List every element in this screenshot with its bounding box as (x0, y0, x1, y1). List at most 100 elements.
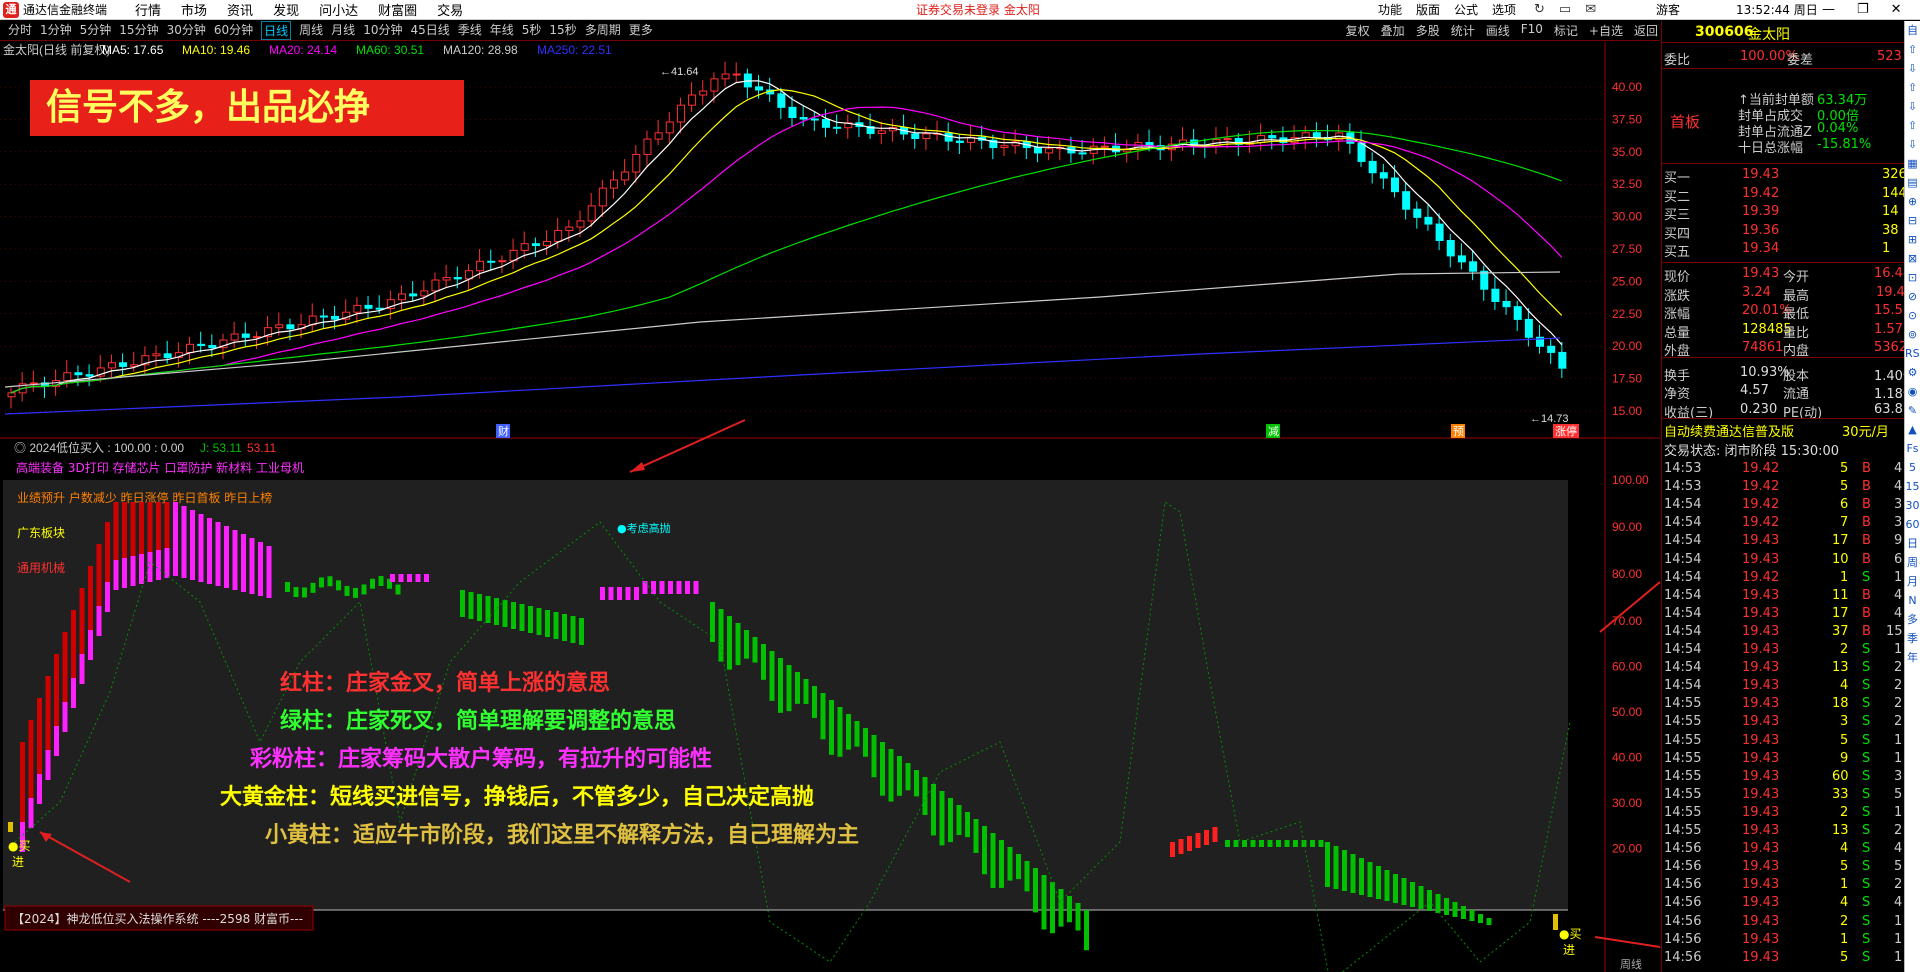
period-tab-11[interactable]: 季线 (458, 21, 482, 40)
period-tab-16[interactable]: 更多 (629, 21, 653, 40)
chart-tool-6[interactable]: 标记 (1554, 22, 1578, 39)
chart-tool-7[interactable]: +自选 (1589, 22, 1623, 39)
event-marker[interactable]: 涨停 (1555, 424, 1577, 438)
signal-bar (562, 614, 567, 641)
period-tab-0[interactable]: 分时 (8, 21, 32, 40)
sidebar-button-10[interactable]: ⊟ (1905, 211, 1920, 230)
sidebar-button-0[interactable]: 自 (1905, 21, 1920, 40)
period-tab-8[interactable]: 月线 (331, 21, 355, 40)
period-tab-3[interactable]: 15分钟 (119, 21, 158, 40)
menu-item-5[interactable]: 财富圈 (378, 0, 417, 19)
period-tab-1[interactable]: 1分钟 (40, 21, 72, 40)
sidebar-button-19[interactable]: ◉ (1905, 382, 1920, 401)
sidebar-button-16[interactable]: ⊚ (1905, 325, 1920, 344)
candle-body (364, 304, 373, 309)
sidebar-button-8[interactable]: ▤ (1905, 173, 1920, 192)
sidebar-button-21[interactable]: ▲ (1905, 420, 1920, 439)
sidebar-button-2[interactable]: ⇩ (1905, 59, 1920, 78)
signal-bar (1024, 861, 1030, 892)
tick-row-cell-2: 5 (1840, 732, 1849, 748)
sidebar-button-18[interactable]: ⚙ (1905, 363, 1920, 382)
period-tab-7[interactable]: 周线 (299, 21, 323, 40)
sidebar-button-15[interactable]: ⊙ (1905, 306, 1920, 325)
menu-item-0[interactable]: 行情 (135, 0, 161, 19)
sidebar-button-31[interactable]: 多 (1905, 610, 1920, 629)
period-tab-4[interactable]: 30分钟 (167, 21, 206, 40)
chart-tool-3[interactable]: 统计 (1451, 22, 1475, 39)
promo-price[interactable]: 30元/月 (1842, 421, 1889, 440)
menu-item-3[interactable]: 发现 (273, 0, 299, 19)
chart-tool-5[interactable]: F10 (1521, 22, 1543, 39)
sidebar-button-27[interactable]: 日 (1905, 534, 1920, 553)
sidebar-button-12[interactable]: ⊠ (1905, 249, 1920, 268)
right-menu-item-0[interactable]: 功能 (1378, 1, 1402, 18)
period-tab-9[interactable]: 10分钟 (363, 21, 402, 40)
menu-item-2[interactable]: 资讯 (227, 0, 253, 19)
sidebar-button-13[interactable]: ⊡ (1905, 268, 1920, 287)
sidebar-button-23[interactable]: 5 (1905, 458, 1920, 477)
sidebar-button-11[interactable]: ⊞ (1905, 230, 1920, 249)
bid-row-2-cell-2: 14 (1882, 204, 1899, 219)
sidebar-button-7[interactable]: ▦ (1905, 154, 1920, 173)
indicator-tick: 80.00 (1612, 567, 1642, 581)
signal-bar (1553, 914, 1558, 930)
sidebar-button-20[interactable]: ✎ (1905, 401, 1920, 420)
tick-row-cell-0: 14:54 (1664, 660, 1702, 676)
menu-item-1[interactable]: 市场 (181, 0, 207, 19)
sidebar-button-30[interactable]: N (1905, 591, 1920, 610)
sidebar-button-1[interactable]: ⇧ (1905, 40, 1920, 59)
sidebar-button-9[interactable]: ⊕ (1905, 192, 1920, 211)
promo-text[interactable]: 自动续费通达信普及版 (1664, 421, 1794, 440)
period-tab-6[interactable]: 日线 (261, 21, 292, 40)
event-marker[interactable]: 减 (1268, 425, 1279, 438)
period-tab-12[interactable]: 年线 (490, 21, 514, 40)
maximize-icon[interactable]: ❐ (1857, 2, 1869, 17)
chart-tool-8[interactable]: 返回 (1634, 22, 1658, 39)
bid-row-4-cell-2: 1 (1882, 241, 1891, 256)
candle-body (1223, 138, 1232, 141)
tick-row-cell-3: S (1862, 949, 1871, 965)
right-menu-item-1[interactable]: 版面 (1416, 1, 1440, 18)
message-icon[interactable]: ✉ (1585, 2, 1596, 17)
event-marker[interactable]: 财 (498, 424, 509, 438)
login-warning[interactable]: 证券交易未登录 金太阳 (916, 1, 1040, 18)
sidebar-button-33[interactable]: 年 (1905, 648, 1920, 667)
chart-area[interactable]: 40.00 37.50 35.00 32.50 30.00 27.50 25.00 22.50… (0, 42, 1660, 972)
sidebar-button-4[interactable]: ⇩ (1905, 97, 1920, 116)
menu-item-4[interactable]: 问小达 (319, 0, 358, 19)
chart-tool-2[interactable]: 多股 (1416, 22, 1440, 39)
chart-tool-1[interactable]: 叠加 (1381, 22, 1405, 39)
sidebar-button-29[interactable]: 月 (1905, 572, 1920, 591)
sidebar-button-5[interactable]: ⇧ (1905, 116, 1920, 135)
sidebar-button-26[interactable]: 60 (1905, 515, 1920, 534)
sidebar-button-17[interactable]: RSI (1905, 344, 1920, 363)
sidebar-button-24[interactable]: 15 (1905, 477, 1920, 496)
sidebar-button-32[interactable]: 季 (1905, 629, 1920, 648)
sidebar-button-3[interactable]: ⇧ (1905, 78, 1920, 97)
chart-tool-4[interactable]: 画线 (1486, 22, 1510, 39)
tick-row: 14:55 19.43 3 S 2 (1662, 714, 1905, 731)
right-menu-item-2[interactable]: 公式 (1454, 1, 1478, 18)
refresh-icon[interactable]: ↻ (1534, 2, 1545, 17)
sidebar-button-28[interactable]: 周 (1905, 553, 1920, 572)
period-tab-10[interactable]: 45日线 (410, 21, 449, 40)
sidebar-button-6[interactable]: ⇩ (1905, 135, 1920, 154)
period-tab-15[interactable]: 多周期 (585, 21, 621, 40)
menu-item-6[interactable]: 交易 (437, 0, 463, 19)
right-menu-item-3[interactable]: 选项 (1492, 1, 1516, 18)
close-icon[interactable]: ✕ (1891, 2, 1902, 17)
sidebar-button-25[interactable]: 30 (1905, 496, 1920, 515)
event-marker[interactable]: 预 (1453, 425, 1464, 438)
minimize-icon[interactable]: — (1822, 2, 1835, 17)
bid-row-4-cell-0: 买五 (1664, 245, 1691, 260)
period-tab-2[interactable]: 5分钟 (80, 21, 112, 40)
period-tab-13[interactable]: 5秒 (522, 21, 542, 40)
chart-tool-0[interactable]: 复权 (1346, 22, 1370, 39)
user-label[interactable]: 游客 (1656, 1, 1680, 18)
monitor-icon[interactable]: ▭ (1559, 2, 1571, 17)
divider (1662, 262, 1905, 263)
period-tab-14[interactable]: 15秒 (549, 21, 576, 40)
period-tab-5[interactable]: 60分钟 (214, 21, 253, 40)
sidebar-button-14[interactable]: ⊘ (1905, 287, 1920, 306)
sidebar-button-22[interactable]: Fs (1905, 439, 1920, 458)
